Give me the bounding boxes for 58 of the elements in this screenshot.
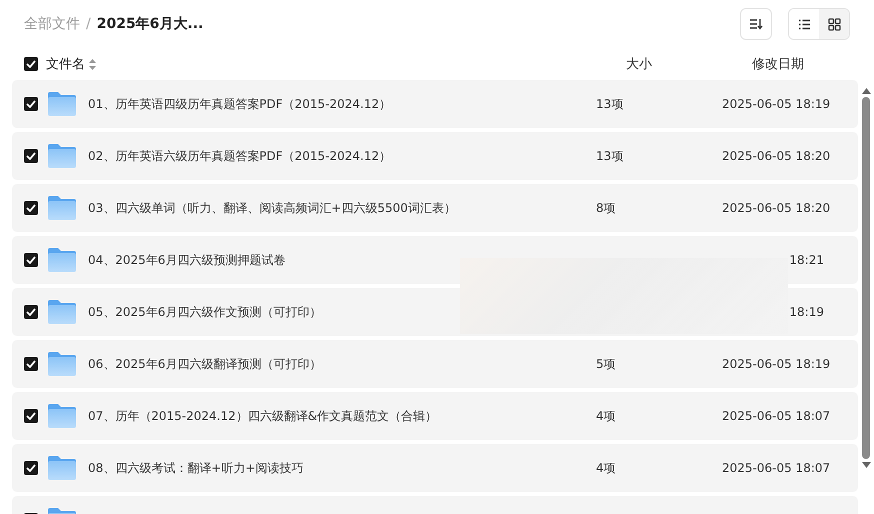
- item-count: 4项: [596, 408, 616, 422]
- list-icon[interactable]: [798, 18, 810, 30]
- folder-icon: [47, 143, 77, 169]
- modified-date: 2025-06-05 18:07: [722, 461, 830, 475]
- grid-icon[interactable]: [828, 18, 840, 30]
- item-count: 5项: [596, 356, 616, 370]
- scrollbar-thumb[interactable]: [862, 97, 870, 459]
- item-count: 4项: [596, 460, 616, 474]
- file-row[interactable]: 02、历年英语六级历年真题答案PDF（2015-2024.12） 13项 2025-06-05 18:20: [12, 132, 858, 180]
- row-checkbox[interactable]: [24, 305, 38, 319]
- item-count: 8项: [596, 200, 616, 214]
- modified-date: 18:21: [789, 253, 824, 267]
- row-checkbox[interactable]: [24, 461, 38, 475]
- date-column-header: 修改日期: [752, 56, 805, 73]
- sort-button[interactable]: [740, 8, 772, 40]
- folder-name[interactable]: 05、2025年6月四六级作文预测（可打印）: [88, 304, 322, 318]
- folder-icon: [47, 91, 77, 117]
- row-checkbox[interactable]: [24, 97, 38, 111]
- row-checkbox[interactable]: [24, 201, 38, 215]
- modified-date: 2025-06-05 18:20: [722, 201, 830, 215]
- folder-name[interactable]: 01、历年英语四级历年真题答案PDF（2015-2024.12）: [88, 96, 392, 110]
- folder-name[interactable]: 04、2025年6月四六级预测押题试卷: [88, 252, 286, 266]
- modified-date: 2025-06-05 18:07: [722, 409, 830, 423]
- folder-name[interactable]: 02、历年英语六级历年真题答案PDF（2015-2024.12）: [88, 148, 392, 162]
- file-row[interactable]: 01、历年英语四级历年真题答案PDF（2015-2024.12） 13项 2025-06-05 18:19: [12, 80, 858, 128]
- sort-icon[interactable]: [749, 18, 763, 30]
- item-count: 13项: [596, 96, 624, 110]
- row-checkbox[interactable]: [24, 409, 38, 423]
- item-count: 13项: [596, 148, 624, 162]
- folder-name[interactable]: 08、四六级考试：翻译+听力+阅读技巧: [88, 460, 304, 474]
- folder-icon: [47, 299, 77, 325]
- file-row[interactable]: 07、历年（2015-2024.12）四六级翻译&作文真题范文（合辑） 4项 2025-06-05 18:07: [12, 392, 858, 440]
- modified-date: 2025-06-05 18:19: [722, 357, 830, 371]
- folder-icon: [47, 351, 77, 377]
- name-column-header[interactable]: 文件名: [46, 55, 85, 73]
- modified-date: 2025-06-05 18:19: [722, 97, 830, 111]
- row-checkbox[interactable]: [24, 253, 38, 267]
- folder-name[interactable]: 03、四六级单词（听力、翻译、阅读高频词汇+四六级5500词汇表）: [88, 200, 456, 214]
- breadcrumb-separator: /: [86, 16, 91, 32]
- size-column-header: 大小: [626, 56, 653, 73]
- select-all-checkbox[interactable]: [24, 57, 38, 71]
- row-checkbox[interactable]: [24, 357, 38, 371]
- folder-name[interactable]: 06、2025年6月四六级翻译预测（可打印）: [88, 356, 322, 370]
- folder-name[interactable]: 07、历年（2015-2024.12）四六级翻译&作文真题范文（合辑）: [88, 408, 438, 422]
- file-row[interactable]: 08、四六级考试：翻译+听力+阅读技巧 4项 2025-06-05 18:07: [12, 444, 858, 492]
- scroll-up-icon[interactable]: [862, 88, 870, 94]
- modified-date: 18:19: [789, 305, 824, 319]
- folder-icon: [47, 403, 77, 429]
- file-row[interactable]: 03、四六级单词（听力、翻译、阅读高频词汇+四六级5500词汇表） 8项 2025-06-05 18:20: [12, 184, 858, 232]
- scroll-down-icon[interactable]: [862, 462, 870, 468]
- modified-date: 2025-06-05 18:20: [722, 149, 830, 163]
- folder-icon: [47, 455, 77, 481]
- row-checkbox[interactable]: [24, 149, 38, 163]
- current-folder: 2025年6月大...: [96, 15, 204, 33]
- file-row[interactable]: 06、2025年6月四六级翻译预测（可打印） 5项 2025-06-05 18:19: [12, 340, 858, 388]
- folder-icon: [47, 195, 77, 221]
- grid-view-button[interactable]: [819, 9, 849, 39]
- folder-icon: [47, 247, 77, 273]
